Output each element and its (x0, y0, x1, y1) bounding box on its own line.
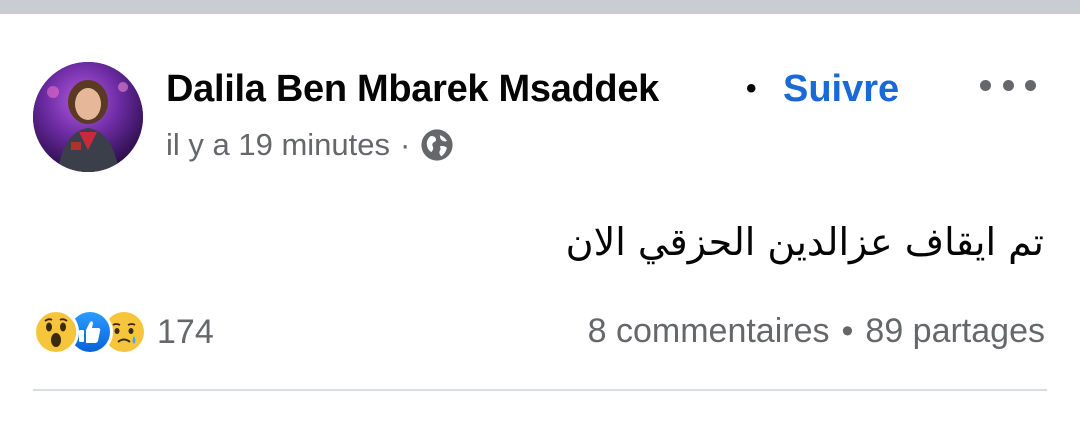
avatar-image (33, 62, 143, 172)
name-separator: • (746, 72, 757, 105)
reactions-summary[interactable]: 174 (33, 309, 214, 355)
divider (33, 389, 1047, 391)
globe-icon[interactable] (420, 128, 454, 162)
shares-count[interactable]: 89 partages (865, 312, 1045, 351)
stats-separator: • (841, 312, 854, 350)
post-message: تم ايقاف عزالدين الحزقي الان (565, 220, 1044, 264)
reaction-count[interactable]: 174 (157, 313, 214, 352)
author-avatar[interactable] (33, 62, 143, 172)
more-dot-icon (980, 79, 991, 91)
author-name[interactable]: Dalila Ben Mbarek Msaddek (166, 68, 659, 111)
more-options-button[interactable] (980, 70, 1036, 100)
comments-count[interactable]: 8 commentaires (588, 312, 830, 351)
follow-button[interactable]: Suivre (783, 68, 899, 111)
wow-icon (33, 309, 79, 355)
meta-separator: · (400, 127, 411, 162)
more-dot-icon (1025, 79, 1036, 91)
engagement-stats: 8 commentaires • 89 partages (588, 312, 1045, 351)
top-strip (0, 0, 1080, 14)
post-timestamp[interactable]: il y a 19 minutes (166, 127, 390, 163)
more-dot-icon (1002, 79, 1014, 91)
post-meta: il y a 19 minutes · (166, 127, 454, 163)
